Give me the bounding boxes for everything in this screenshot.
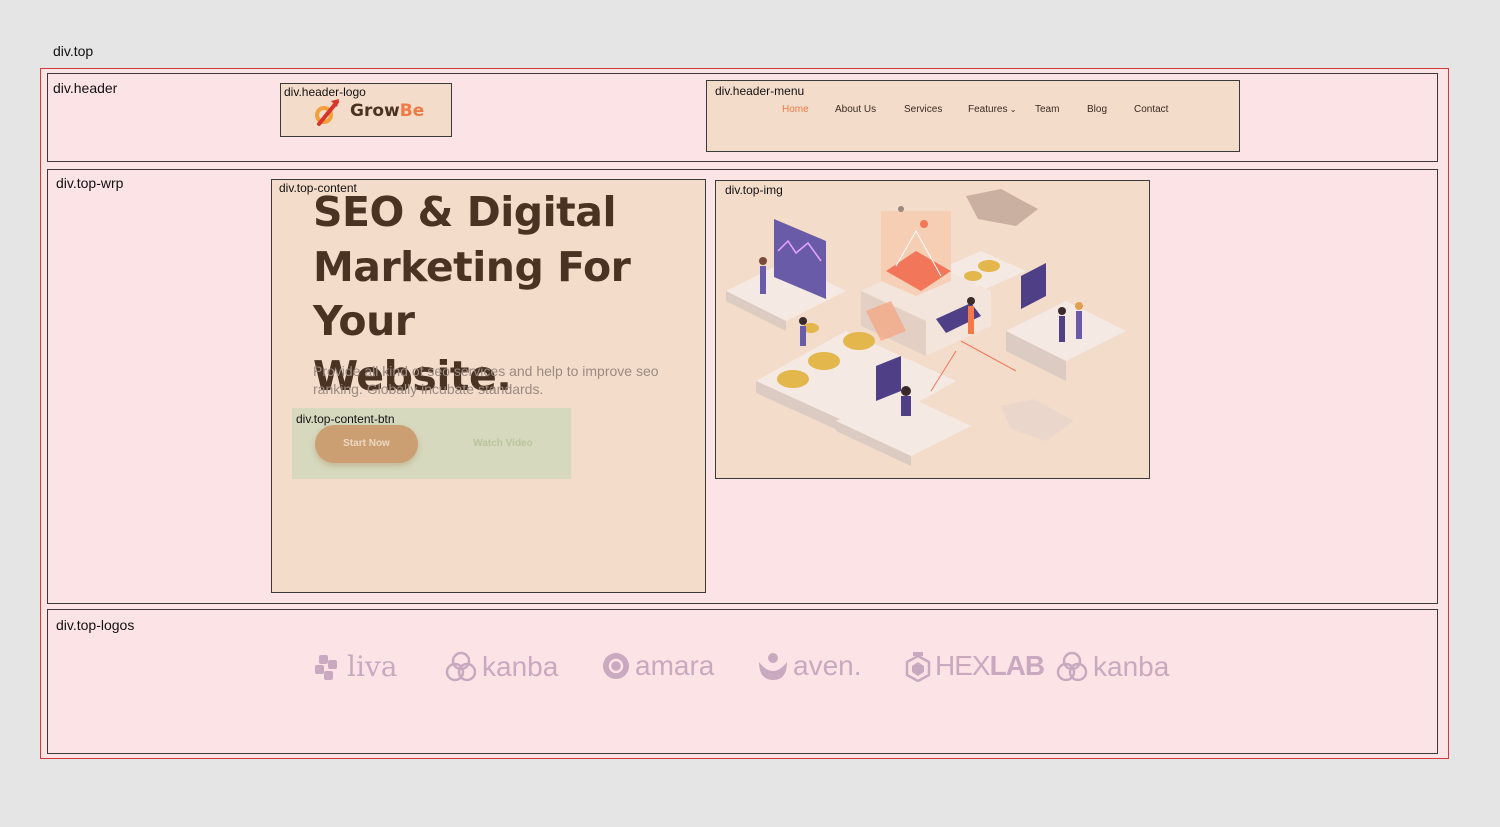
nav-blog[interactable]: Blog [1087,104,1107,115]
partner-logo-liva: liva [313,650,397,683]
header-menu-label: div.header-menu [715,84,805,98]
partner-logo-aven: aven. [757,650,862,682]
nav-contact[interactable]: Contact [1134,104,1168,115]
header-label: div.header [53,80,118,96]
growbe-logo-icon [312,97,342,127]
hero-title-line-2: Marketing For Your [313,242,631,346]
top-img-label: div.top-img [725,183,783,197]
chevron-down-icon: ⌄ [1007,105,1017,114]
nav-features-label: Features [968,104,1008,115]
start-now-button[interactable]: Start Now [315,425,418,463]
watch-video-button[interactable]: Watch Video [448,425,558,463]
top-wrp-label: div.top-wrp [56,175,124,191]
top-logos-label: div.top-logos [56,617,135,633]
aven-icon [759,653,787,680]
partner-logo-hexlab: HEXLAB [905,650,1045,682]
nav-services[interactable]: Services [904,104,942,115]
partner-logo-kanba: kanba [444,650,558,684]
nav-team[interactable]: Team [1035,104,1059,115]
liva-icon [315,654,337,680]
amara-icon [603,653,629,679]
nav-about-us[interactable]: About Us [835,104,876,115]
kanba-icon [1056,651,1088,682]
nav-home[interactable]: Home [782,104,809,115]
top-label: div.top [53,43,94,59]
partner-logo-kanba-2: kanba [1055,650,1169,684]
hero-illustration [715,180,1150,479]
kanba-icon [445,651,477,682]
hexlab-icon [905,652,931,682]
growbe-logo-text[interactable]: GrowBe [350,101,424,121]
hero-title-line-1: SEO & Digital [313,188,617,236]
nav-features[interactable]: Features ⌄ [968,104,1016,115]
hero-description: Provide all kind of seo services and hel… [313,363,659,397]
top-logos [47,609,1438,754]
top-content-btn-label: div.top-content-btn [296,412,395,426]
partner-logo-amara: amara [601,650,714,682]
